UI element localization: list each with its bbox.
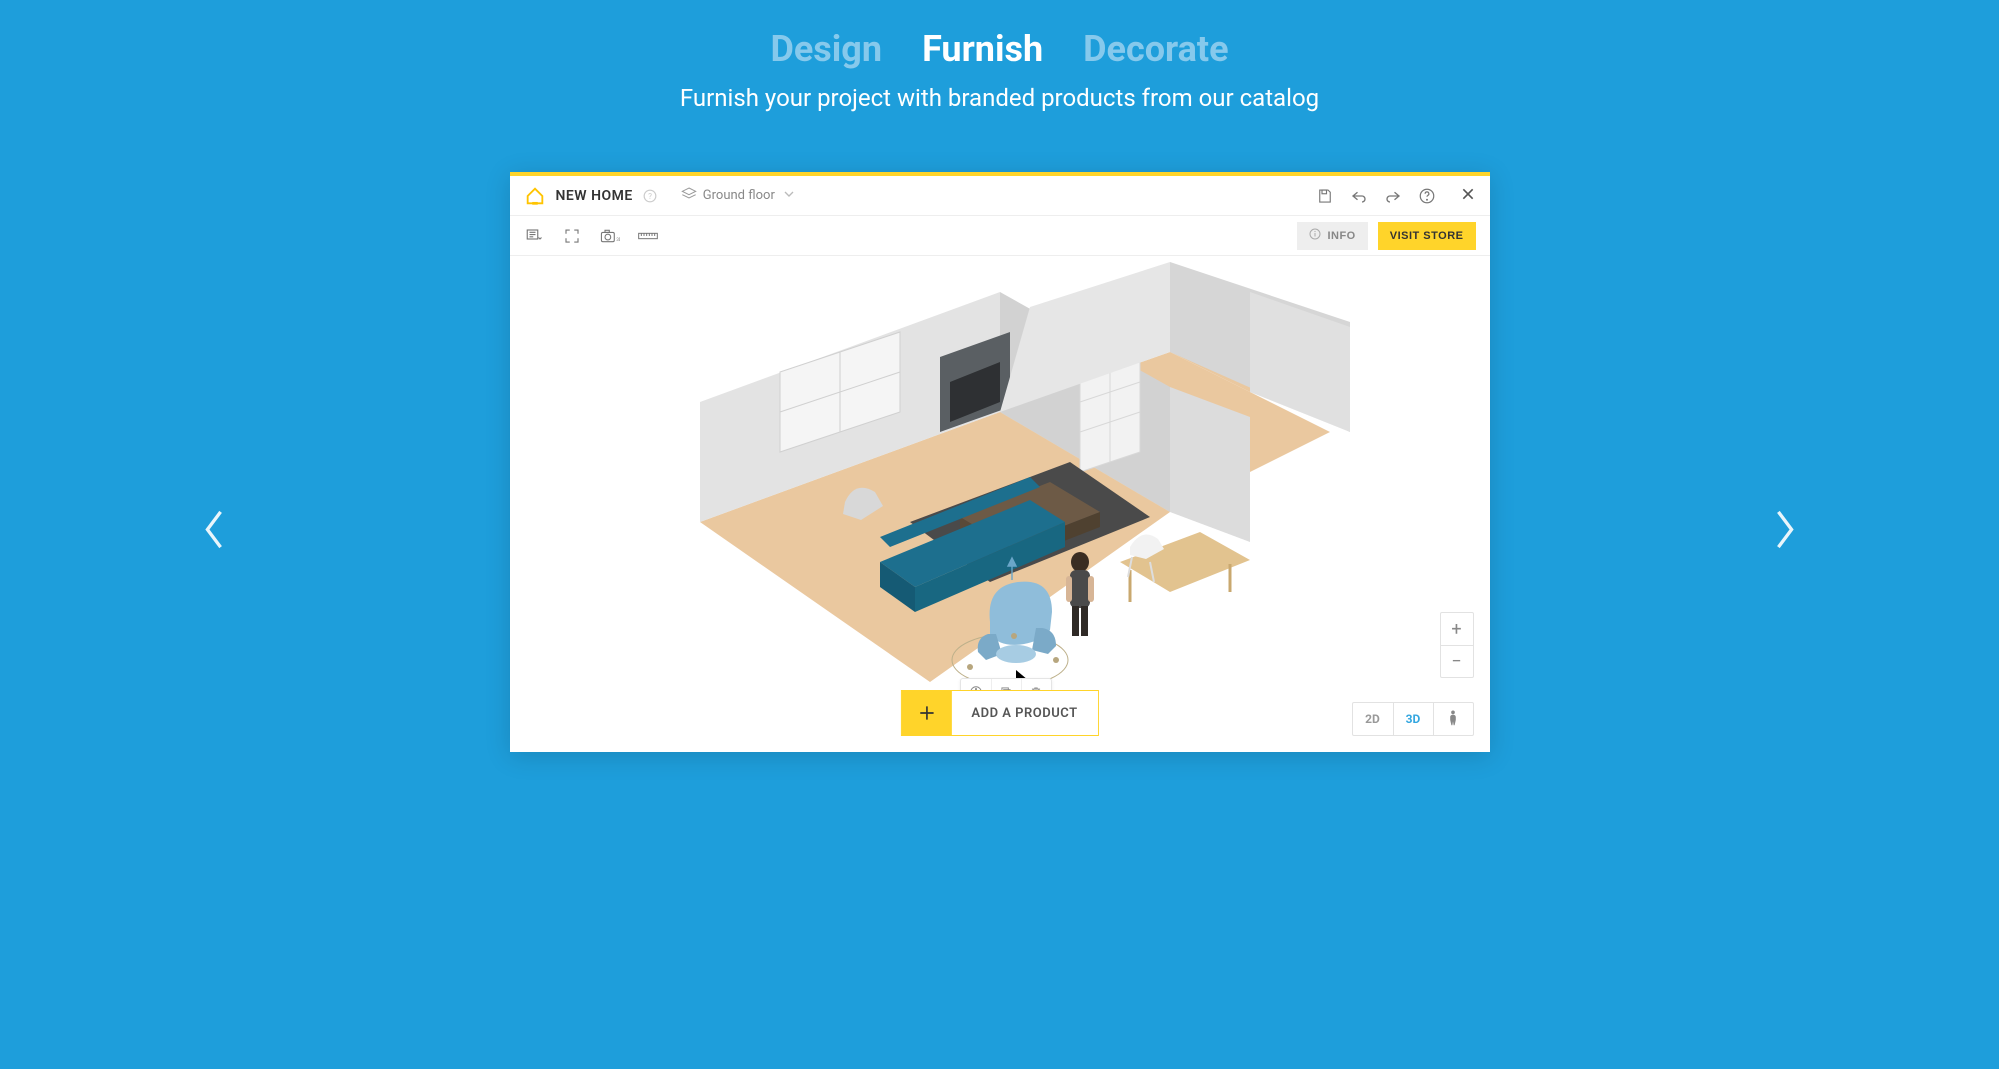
close-icon[interactable] xyxy=(1460,186,1476,206)
floor-label: Ground floor xyxy=(703,188,775,203)
tab-decorate[interactable]: Decorate xyxy=(1083,28,1228,70)
app-logo-icon xyxy=(524,185,546,207)
view-walkthrough-button[interactable] xyxy=(1433,703,1473,735)
undo-icon[interactable] xyxy=(1350,187,1368,205)
svg-text:3D: 3D xyxy=(616,238,620,243)
fullscreen-icon[interactable] xyxy=(562,227,582,245)
chevron-right-icon xyxy=(1771,510,1799,562)
zoom-in-button[interactable]: + xyxy=(1441,613,1473,645)
person-icon xyxy=(1447,710,1459,729)
info-label: INFO xyxy=(1327,230,1355,242)
carousel-next[interactable] xyxy=(1771,507,1799,562)
plus-icon xyxy=(901,691,951,735)
tab-furnish[interactable]: Furnish xyxy=(922,28,1043,70)
visit-store-button[interactable]: VISIT STORE xyxy=(1378,222,1476,250)
chevron-left-icon xyxy=(200,510,228,562)
canvas-3d-viewport[interactable]: + − 2D 3D ADD A PRODUCT xyxy=(510,256,1490,752)
chevron-down-icon xyxy=(781,186,797,206)
tab-design[interactable]: Design xyxy=(770,28,882,70)
help-circle-icon[interactable] xyxy=(1418,187,1436,205)
help-icon[interactable]: ? xyxy=(643,189,657,203)
project-name: NEW HOME xyxy=(556,188,633,204)
visit-store-label: VISIT STORE xyxy=(1390,230,1464,242)
view-2d-button[interactable]: 2D xyxy=(1353,703,1393,735)
view-settings-icon[interactable] xyxy=(524,227,544,245)
carousel-prev[interactable] xyxy=(200,507,228,562)
subtitle: Furnish your project with branded produc… xyxy=(680,84,1319,112)
zoom-controls: + − xyxy=(1440,612,1474,678)
ruler-icon[interactable] xyxy=(638,227,658,245)
redo-icon[interactable] xyxy=(1384,187,1402,205)
feature-tabs: Design Furnish Decorate xyxy=(770,28,1228,70)
add-product-button[interactable]: ADD A PRODUCT xyxy=(900,690,1098,736)
info-icon xyxy=(1309,228,1321,243)
app-window: NEW HOME ? Ground floor xyxy=(510,172,1490,752)
app-toolbar: 3D INFO VISIT STORE xyxy=(510,216,1490,256)
zoom-out-button[interactable]: − xyxy=(1441,645,1473,677)
view-3d-button[interactable]: 3D xyxy=(1393,703,1433,735)
svg-text:?: ? xyxy=(648,190,652,200)
camera-icon[interactable]: 3D xyxy=(600,227,620,245)
floor-selector[interactable]: Ground floor xyxy=(681,186,797,206)
view-mode-switch: 2D 3D xyxy=(1352,702,1474,736)
app-titlebar: NEW HOME ? Ground floor xyxy=(510,176,1490,216)
add-product-label: ADD A PRODUCT xyxy=(951,691,1097,735)
info-button[interactable]: INFO xyxy=(1297,222,1367,250)
save-icon[interactable] xyxy=(1316,187,1334,205)
room-3d-scene xyxy=(610,262,1350,706)
layers-icon xyxy=(681,186,697,206)
